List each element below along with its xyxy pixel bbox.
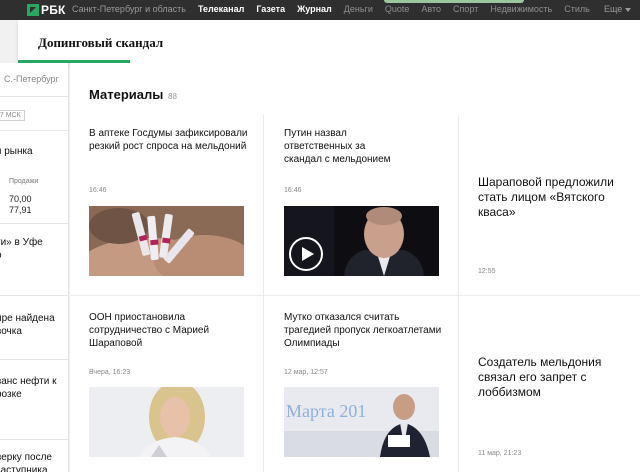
- logo-text: РБК: [41, 3, 66, 17]
- sidebar-city[interactable]: С.-Петербург: [4, 74, 59, 84]
- news-line: розке: [0, 389, 22, 400]
- divider: [0, 130, 68, 131]
- column-divider: [458, 115, 459, 472]
- divider: [0, 439, 68, 440]
- sidebar: С.-Петербург 07 МСК я рынка Продажи 70,0…: [0, 63, 69, 472]
- news-line: ванс нефти к: [0, 376, 57, 387]
- article-title[interactable]: Шараповой предложили стать лицом «Вятско…: [478, 175, 618, 220]
- divider: [0, 223, 68, 224]
- backdrop-text: Марта 201: [286, 401, 366, 421]
- nav-link-style[interactable]: Стиль: [564, 4, 590, 14]
- market-title[interactable]: я рынка: [0, 146, 33, 157]
- rate-value: 77,91: [9, 205, 32, 215]
- sidebar-news-item[interactable]: ванс нефти к розке: [0, 375, 56, 401]
- article-image-sharapova[interactable]: [89, 387, 244, 457]
- article-time: 16:46: [89, 187, 107, 194]
- nav-link-sport[interactable]: Спорт: [453, 4, 478, 14]
- sharapova-image: [89, 387, 244, 457]
- sidebar-news-item[interactable]: ти» в Уфе о: [0, 236, 43, 262]
- rbc-logo-icon: [27, 4, 39, 16]
- nav-link-tv[interactable]: Телеканал: [198, 4, 244, 14]
- article-image-ampoules[interactable]: [89, 206, 244, 276]
- article-time: 16:46: [284, 187, 302, 194]
- article-time: 12 мар, 12:57: [284, 369, 328, 376]
- article-title[interactable]: В аптеке Госдумы зафиксировали резкий ро…: [89, 127, 249, 153]
- news-line: верку после: [0, 452, 52, 463]
- chevron-down-icon: [625, 7, 632, 12]
- article-video-putin[interactable]: [284, 206, 439, 276]
- ampoules-image: [89, 206, 244, 276]
- article-title[interactable]: Создатель мельдония связал его запрет с …: [478, 355, 618, 400]
- more-menu[interactable]: Еще: [604, 4, 632, 14]
- rate-value: 70,00: [9, 194, 32, 204]
- article-time: Вчера, 16:23: [89, 369, 131, 376]
- play-icon[interactable]: [289, 237, 323, 271]
- nav-link-realty[interactable]: Недвижимость: [490, 4, 552, 14]
- nav-links: Телеканал Газета Журнал Деньги Quote Авт…: [198, 4, 602, 14]
- news-line: ире найдена: [0, 313, 55, 324]
- materials-count: 88: [168, 92, 177, 101]
- article-image-mutko[interactable]: Марта 201: [284, 387, 439, 457]
- column-divider: [263, 115, 264, 472]
- article-title[interactable]: Путин назвал ответственных за скандал с …: [284, 127, 404, 166]
- divider: [0, 295, 68, 296]
- article-title[interactable]: Мутко отказался считать трагедией пропус…: [284, 311, 444, 350]
- article-time: 12:55: [478, 268, 496, 275]
- news-line: заступника: [0, 465, 48, 472]
- nav-link-newspaper[interactable]: Газета: [256, 4, 285, 14]
- nav-link-auto[interactable]: Авто: [421, 4, 441, 14]
- article-time: 11 мар, 21:23: [478, 450, 522, 457]
- divider: [0, 359, 68, 360]
- region-selector[interactable]: Санкт-Петербург и область: [72, 4, 186, 14]
- materials-section: Материалы 88 В аптеке Госдумы зафиксиров…: [70, 63, 640, 472]
- time-badge: 07 МСК: [0, 110, 25, 121]
- news-line: вочка: [0, 326, 22, 337]
- page-title: Допинговый скандал: [38, 35, 164, 50]
- nav-link-money[interactable]: Деньги: [344, 4, 373, 14]
- divider: [0, 96, 68, 97]
- section-title: Материалы: [89, 87, 164, 102]
- more-label: Еще: [604, 4, 623, 14]
- sidebar-news-item[interactable]: ире найдена вочка: [0, 312, 55, 338]
- active-indicator: [384, 0, 524, 3]
- top-navigation: РБК Санкт-Петербург и область Телеканал …: [0, 0, 640, 20]
- rbc-logo[interactable]: РБК: [27, 3, 66, 17]
- nav-link-quote[interactable]: Quote: [385, 4, 410, 14]
- nav-link-magazine[interactable]: Журнал: [297, 4, 332, 14]
- news-line: о: [0, 249, 43, 262]
- article-title[interactable]: ООН приостановила сотрудничество с Марие…: [89, 311, 249, 350]
- mutko-image: Марта 201: [284, 387, 439, 457]
- row-divider: [70, 295, 640, 296]
- sell-label: Продажи: [9, 178, 39, 185]
- page-header: Допинговый скандал: [18, 20, 640, 63]
- sidebar-news-item[interactable]: верку после заступника: [0, 451, 52, 472]
- news-line: ти» в Уфе: [0, 237, 43, 248]
